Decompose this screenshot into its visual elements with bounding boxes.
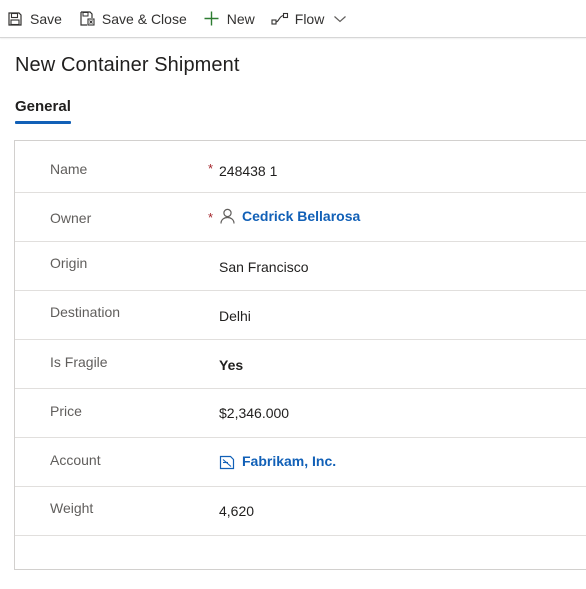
tab-selected-indicator <box>15 121 71 124</box>
field-label-is-fragile: Is Fragile <box>50 354 108 370</box>
field-label-destination: Destination <box>50 304 121 320</box>
new-label: New <box>226 10 255 27</box>
field-label-owner: Owner <box>50 210 92 226</box>
save-close-label: Save & Close <box>101 10 187 27</box>
field-value-price[interactable]: $2,346.000 <box>219 405 289 421</box>
is-fragile-text: Yes <box>219 357 244 373</box>
save-icon <box>6 10 24 28</box>
field-value-is-fragile[interactable]: Yes <box>219 357 243 373</box>
field-row-weight: Weight 4,620 <box>15 487 586 536</box>
flow-label: Flow <box>294 10 325 27</box>
field-label-price: Price <box>50 403 82 419</box>
field-row-price: Price $2,346.000 <box>15 389 586 438</box>
field-label-account: Account <box>50 452 101 468</box>
price-text: $2,346.000 <box>219 405 290 421</box>
owner-name: Cedrick Bellarosa <box>242 208 361 224</box>
tab-general[interactable]: General <box>15 98 71 115</box>
command-bar: Save Save & Close New Flow <box>0 0 586 38</box>
field-row-account: Account Fabrikam, Inc. <box>15 438 586 487</box>
destination-text: Delhi <box>219 308 251 324</box>
account-lookup-link[interactable]: Fabrikam, Inc. <box>219 453 336 469</box>
save-close-icon <box>78 10 96 28</box>
field-label-origin: Origin <box>50 255 88 271</box>
save-button[interactable]: Save <box>0 0 70 38</box>
flow-icon <box>271 10 289 28</box>
field-value-origin[interactable]: San Francisco <box>219 259 308 275</box>
owner-lookup-link[interactable]: Cedrick Bellarosa <box>219 208 360 224</box>
weight-text: 4,620 <box>219 503 255 519</box>
required-indicator: * <box>208 210 214 225</box>
name-text: 248438 1 <box>219 163 278 179</box>
field-value-destination[interactable]: Delhi <box>219 308 251 324</box>
user-icon <box>219 208 235 224</box>
save-close-button[interactable]: Save & Close <box>70 0 195 38</box>
field-label-name: Name <box>50 161 88 177</box>
account-name: Fabrikam, Inc. <box>242 453 337 469</box>
chevron-down-icon[interactable] <box>332 11 348 27</box>
field-label-weight: Weight <box>50 500 94 516</box>
origin-text: San Francisco <box>219 259 309 275</box>
field-row-is-fragile: Is Fragile Yes <box>15 340 586 389</box>
field-row-owner: Owner * Cedrick Bellarosa <box>15 193 586 242</box>
field-value-name[interactable]: 248438 1 <box>219 163 277 179</box>
account-icon <box>219 453 235 469</box>
field-row-name: Name * 248438 1 <box>15 144 586 193</box>
field-row-origin: Origin San Francisco <box>15 242 586 291</box>
save-label: Save <box>30 10 62 27</box>
plus-icon <box>203 10 221 28</box>
page-title: New Container Shipment <box>15 54 240 76</box>
field-value-weight[interactable]: 4,620 <box>219 503 254 519</box>
required-indicator: * <box>208 161 214 176</box>
field-row-destination: Destination Delhi <box>15 291 586 340</box>
new-button[interactable]: New <box>195 0 263 38</box>
flow-button[interactable]: Flow <box>263 0 357 38</box>
